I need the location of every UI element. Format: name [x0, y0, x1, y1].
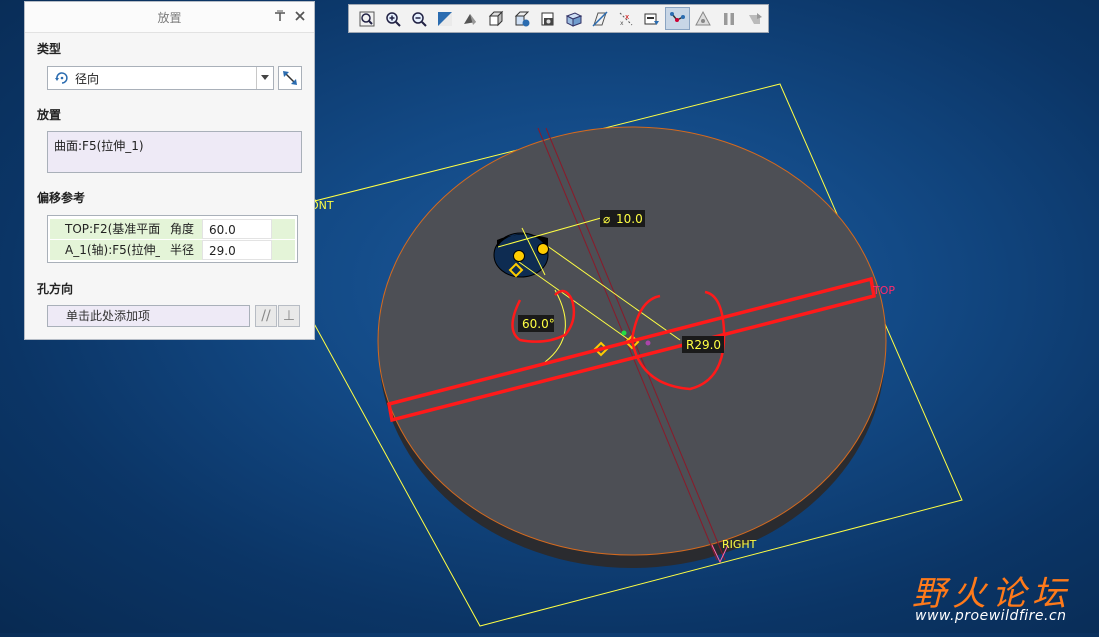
datum-points-icon: [644, 13, 659, 25]
radial-icon: [55, 72, 68, 84]
offset-section-label: 偏移参考: [37, 191, 86, 205]
hole-type-select[interactable]: 径向: [47, 66, 274, 90]
offset-row[interactable]: A_1(轴):F5(拉伸_1 半径 29.0: [50, 240, 295, 260]
datum-points-button[interactable]: [639, 7, 665, 30]
offset-type[interactable]: 角度: [160, 219, 202, 239]
annotation-button[interactable]: [690, 7, 716, 30]
parallel-button[interactable]: //: [255, 305, 277, 327]
direction-reference-collector[interactable]: 单击此处添加项: [47, 305, 250, 327]
reorient-icon: [464, 13, 477, 25]
svg-text:x: x: [625, 13, 629, 21]
datum-label-top: TOP: [872, 284, 895, 297]
zoom-out-icon: [411, 11, 427, 27]
perpendicular-button[interactable]: ⊥: [278, 305, 300, 327]
placement-reference: 曲面:F5(拉伸_1): [54, 139, 144, 153]
offset-row-filler: [272, 240, 295, 260]
flip-icon: [283, 71, 297, 85]
diameter-dimension[interactable]: 10.0: [616, 212, 643, 226]
shaded-display-button[interactable]: [483, 7, 509, 30]
placement-reference-collector[interactable]: 曲面:F5(拉伸_1): [47, 131, 302, 173]
offset-references-table[interactable]: TOP:F2(基准平面 角度 60.0 A_1(轴):F5(拉伸_1 半径 29…: [47, 215, 298, 263]
radius-dimension[interactable]: R29.0: [686, 338, 721, 352]
zoom-in-button[interactable]: [380, 7, 406, 30]
pause-icon: [724, 12, 735, 25]
reorient-button[interactable]: [458, 7, 484, 30]
saved-views-button[interactable]: [509, 7, 535, 30]
offset-row-filler: [272, 219, 295, 239]
datum-planes-icon: [592, 10, 608, 27]
csys-button[interactable]: [664, 7, 691, 30]
datum-label-right: RIGHT: [722, 538, 757, 551]
offset-value-input[interactable]: 29.0: [202, 240, 272, 260]
chevron-down-icon[interactable]: [256, 67, 273, 89]
offset-reference[interactable]: TOP:F2(基准平面: [50, 219, 160, 239]
placement-panel: 放置 类型 径向 放置 曲面:F5(拉伸_1) 偏移参考 TOP:F2(基准平面…: [24, 1, 315, 340]
pause-button[interactable]: [716, 7, 742, 30]
zoom-in-icon: [386, 11, 401, 27]
direction-section-label: 孔方向: [37, 282, 74, 296]
offset-type[interactable]: 半径: [160, 240, 202, 260]
pin-icon[interactable]: [274, 10, 286, 22]
repaint-icon: [437, 11, 452, 26]
perspective-icon: [565, 11, 583, 27]
view-manager-icon: [541, 12, 554, 25]
saved-views-icon: [514, 11, 530, 26]
zoom-fit-button[interactable]: [354, 7, 380, 30]
direction-placeholder: 单击此处添加项: [66, 309, 151, 323]
spin-center-button[interactable]: [742, 7, 768, 30]
panel-title-bar[interactable]: 放置: [25, 2, 314, 33]
panel-title: 放置: [157, 10, 182, 25]
hole-handle-2[interactable]: [537, 243, 549, 255]
datum-axes-icon: xx: [619, 12, 633, 27]
offset-row[interactable]: TOP:F2(基准平面 角度 60.0: [50, 219, 295, 239]
spin-center-icon: [749, 12, 763, 24]
watermark-url: www.proewildfire.cn: [915, 608, 1067, 624]
angle-dimension[interactable]: 60.0°: [522, 317, 555, 331]
type-section-label: 类型: [37, 42, 62, 56]
offset-value-input[interactable]: 60.0: [202, 219, 272, 239]
view-manager-button[interactable]: [535, 7, 561, 30]
placement-section-label: 放置: [37, 108, 62, 122]
perspective-button[interactable]: [561, 7, 587, 30]
perpendicular-icon: ⊥: [282, 308, 296, 324]
svg-text:x: x: [620, 20, 624, 27]
axis-point-purple: [645, 340, 651, 346]
close-icon[interactable]: [294, 10, 306, 22]
datum-axes-button[interactable]: xx: [613, 7, 639, 30]
axis-point-green: [621, 330, 627, 336]
diameter-symbol: ⌀: [603, 212, 610, 226]
zoom-fit-icon: [359, 11, 375, 26]
parallel-icon: //: [261, 308, 271, 324]
annotation-icon: [695, 10, 712, 25]
hole-handle-1[interactable]: [513, 250, 525, 262]
shaded-display-icon: [489, 10, 504, 26]
datum-planes-button[interactable]: [587, 7, 613, 30]
offset-reference[interactable]: A_1(轴):F5(拉伸_1: [50, 240, 160, 260]
repaint-button[interactable]: [432, 7, 458, 30]
view-toolbar: xx: [348, 4, 769, 33]
csys-icon: [670, 11, 686, 22]
zoom-out-button[interactable]: [406, 7, 432, 30]
flip-direction-button[interactable]: [278, 66, 302, 90]
hole-type-value: 径向: [75, 71, 100, 86]
